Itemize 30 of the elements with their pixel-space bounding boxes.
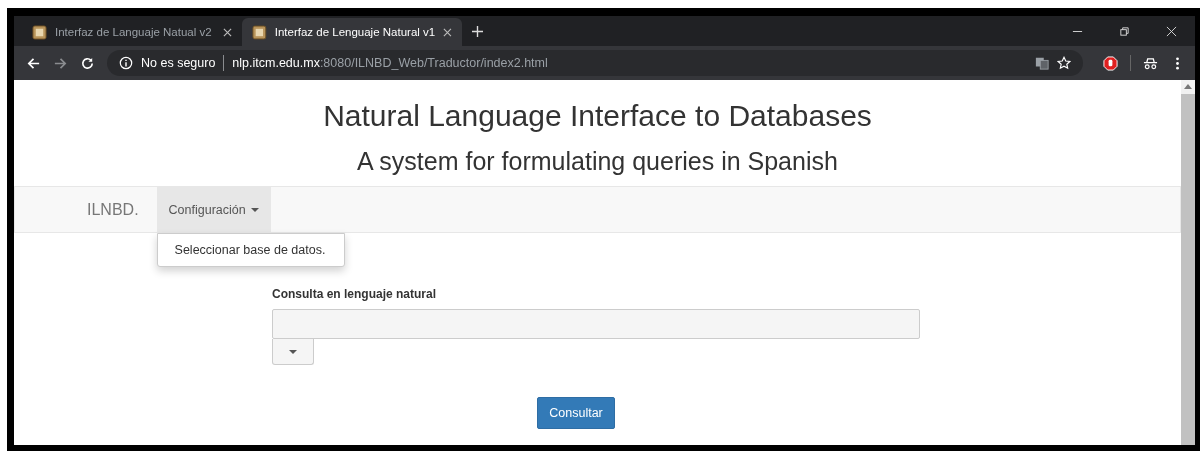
reload-icon[interactable]	[80, 55, 95, 71]
caret-icon	[250, 207, 259, 212]
scrollbar[interactable]	[1181, 80, 1195, 445]
dropdown-item[interactable]: Seleccionar base de datos.	[157, 241, 344, 259]
stop-hand-icon[interactable]	[1103, 55, 1118, 71]
new-tab-icon[interactable]	[472, 26, 483, 37]
close-icon[interactable]	[223, 27, 232, 37]
info-icon[interactable]	[119, 56, 133, 70]
page-subtitle: A system for formulating queries in Spanish	[356, 146, 839, 176]
favicon-icon	[252, 24, 267, 40]
restore-icon[interactable]	[1119, 26, 1130, 37]
query-input[interactable]	[272, 309, 920, 339]
caret-icon	[289, 349, 297, 354]
security-label: No es seguro	[141, 56, 216, 70]
scroll-up-icon[interactable]	[1184, 84, 1192, 89]
close-icon[interactable]	[1166, 26, 1177, 37]
configuration-menu[interactable]: Configuración	[156, 187, 271, 232]
browser-tab[interactable]: Interfaz de Lenguaje Natural v1	[242, 18, 462, 46]
favicon-icon	[32, 24, 47, 40]
address-bar[interactable]: No es seguro nlp.itcm.edu.mx:8080/ILNBD_Web/Traductor/index2.html	[107, 50, 1083, 76]
close-icon[interactable]	[443, 27, 452, 37]
url-text: nlp.itcm.edu.mx:8080/ILNBD_Web/Traductor/index2.html	[232, 56, 548, 70]
submit-button[interactable]: Consultar	[537, 397, 615, 429]
browser-tab[interactable]: Interfaz de Languaje Natual v2	[22, 18, 242, 46]
translate-icon[interactable]	[1035, 56, 1049, 70]
incognito-icon[interactable]	[1143, 55, 1158, 71]
field-label: Consulta en lenguaje natural	[272, 287, 437, 301]
brand-link[interactable]: ILNBD.	[87, 187, 157, 232]
star-icon[interactable]	[1057, 56, 1071, 70]
page-title: Natural Language Interface to Databases	[322, 98, 873, 134]
